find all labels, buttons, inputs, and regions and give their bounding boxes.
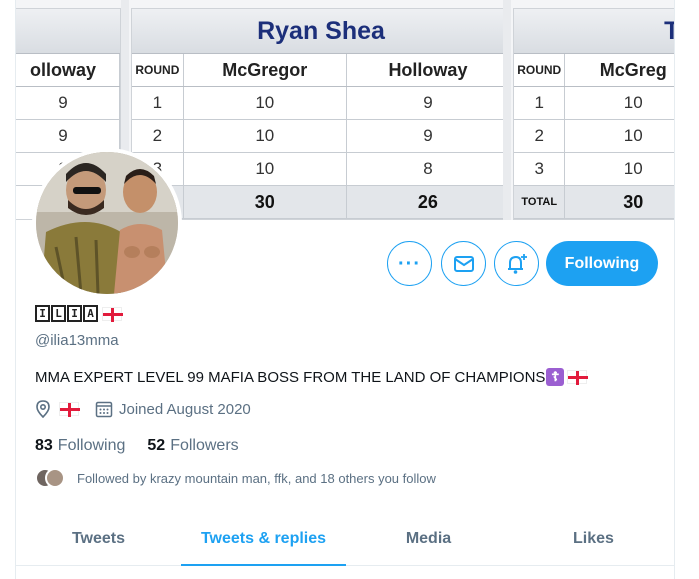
banner-cell: 9 bbox=[16, 87, 120, 119]
notifications-button[interactable] bbox=[494, 241, 539, 286]
tab-tweets[interactable]: Tweets bbox=[16, 512, 181, 565]
banner-row: 1 10 9 bbox=[132, 87, 511, 120]
bio-text: MMA EXPERT LEVEL 99 MAFIA BOSS FROM THE … bbox=[35, 368, 546, 386]
banner-row: 2 10 9 bbox=[132, 120, 511, 153]
follower-avatar bbox=[45, 468, 65, 488]
avatar-photo bbox=[36, 152, 178, 294]
banner-scorecard-right: Tony ROUND McGreg 1 10 2 10 3 10 TOTAL 3… bbox=[513, 8, 674, 220]
name-char: I bbox=[67, 305, 82, 322]
profile-meta: Joined August 2020 bbox=[35, 400, 251, 418]
orthodox-cross-icon: ☦ bbox=[546, 368, 565, 386]
profile-page: olloway 9 9 9 Ryan Shea ROUND McGregor H… bbox=[15, 0, 675, 579]
banner-col-a: McGregor bbox=[184, 54, 347, 86]
banner-row: 3 10 8 bbox=[132, 153, 511, 186]
banner-col-round: ROUND bbox=[132, 54, 184, 86]
envelope-icon bbox=[453, 255, 474, 272]
tab-media[interactable]: Media bbox=[346, 512, 511, 565]
banner-judge-name-right: Tony bbox=[664, 17, 674, 46]
georgia-flag-icon bbox=[59, 402, 80, 417]
tab-likes[interactable]: Likes bbox=[511, 512, 674, 565]
banner-col-header: olloway bbox=[16, 54, 120, 86]
location-icon bbox=[36, 400, 50, 418]
banner-scorecard-middle: Ryan Shea ROUND McGregor Holloway 1 10 9… bbox=[131, 8, 511, 220]
join-date: Joined August 2020 bbox=[119, 400, 251, 418]
more-icon: ··· bbox=[398, 252, 421, 275]
followed-by-text: Followed by krazy mountain man, ffk, and… bbox=[77, 470, 436, 486]
georgia-flag-icon bbox=[102, 306, 123, 322]
avatar[interactable] bbox=[32, 148, 182, 298]
display-name: I L I A bbox=[35, 305, 123, 322]
user-handle: @ilia13mma bbox=[35, 332, 119, 349]
banner-col-b: Holloway bbox=[347, 54, 511, 86]
name-char: L bbox=[51, 305, 66, 322]
name-char: I bbox=[35, 305, 50, 322]
followers-count-link[interactable]: 52 Followers bbox=[147, 437, 238, 455]
tab-tweets-replies[interactable]: Tweets & replies bbox=[181, 512, 346, 566]
bell-plus-icon bbox=[507, 253, 527, 274]
calendar-icon bbox=[95, 401, 113, 418]
more-options-button[interactable]: ··· bbox=[387, 241, 432, 286]
banner-judge-name: Ryan Shea bbox=[132, 9, 510, 54]
following-button[interactable]: Following bbox=[546, 241, 658, 286]
georgia-flag-icon bbox=[567, 370, 589, 385]
profile-bio: MMA EXPERT LEVEL 99 MAFIA BOSS FROM THE … bbox=[35, 368, 589, 386]
followed-by-link[interactable]: Followed by krazy mountain man, ffk, and… bbox=[35, 468, 436, 488]
name-char: A bbox=[83, 305, 98, 322]
following-count-link[interactable]: 83 Following bbox=[35, 437, 125, 455]
follow-counts: 83 Following 52 Followers bbox=[35, 437, 239, 455]
profile-tabs: Tweets Tweets & replies Media Likes bbox=[16, 512, 674, 566]
banner-total-row: 30 26 bbox=[132, 186, 511, 219]
message-button[interactable] bbox=[441, 241, 486, 286]
